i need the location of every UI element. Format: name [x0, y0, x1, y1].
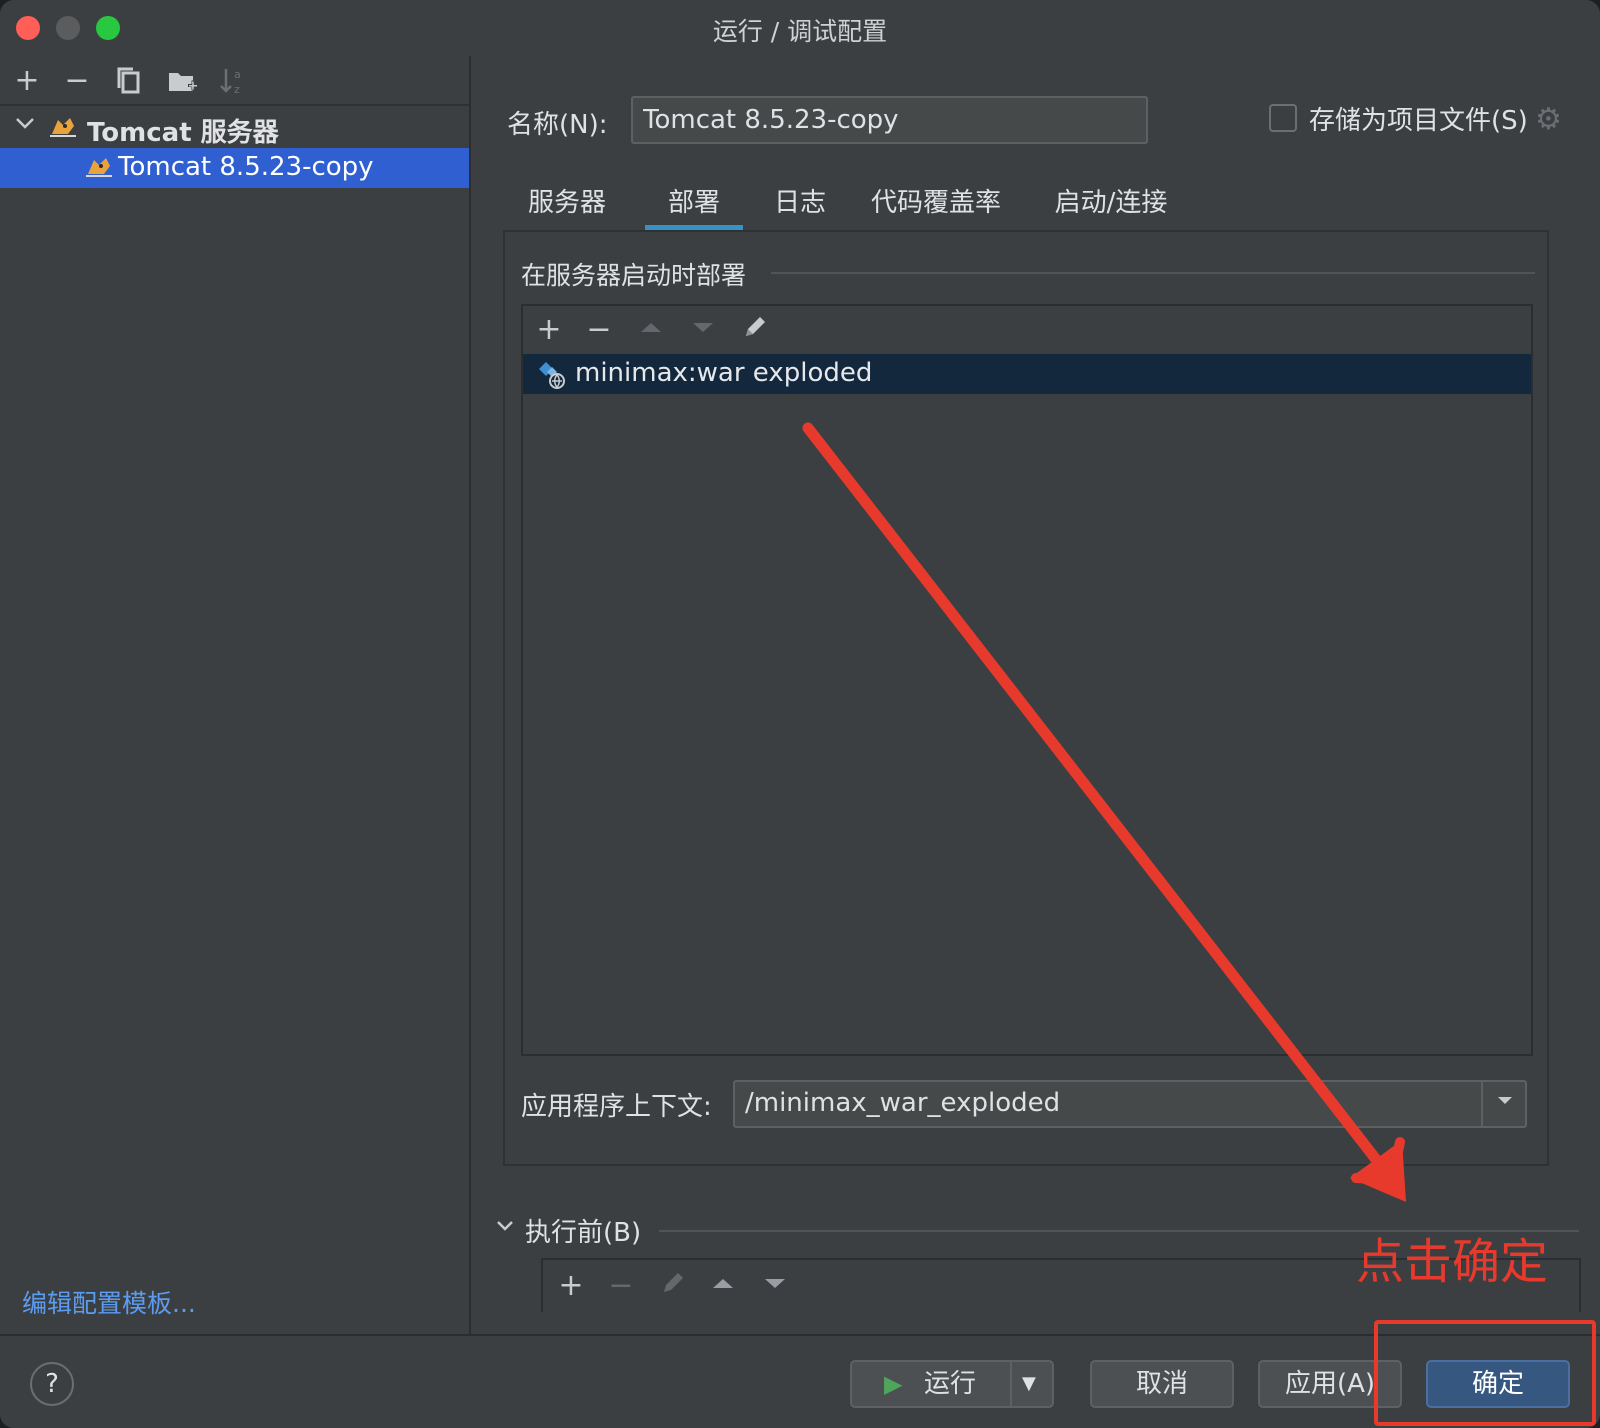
tree-toolbar: + − az: [0, 56, 469, 106]
combo-separator: [1481, 1082, 1483, 1126]
run-button-label: 运行: [924, 1369, 977, 1399]
edit-pencil-icon[interactable]: [655, 1268, 691, 1304]
svg-text:z: z: [234, 83, 240, 96]
folder-add-icon[interactable]: [166, 64, 200, 98]
cancel-button[interactable]: 取消: [1090, 1360, 1234, 1408]
tab-bar: 服务器 部署 日志 代码覆盖率 启动/连接: [501, 174, 1571, 230]
tree-item-label: Tomcat 8.5.23-copy: [118, 152, 374, 182]
add-icon[interactable]: +: [10, 64, 44, 98]
deploy-section-title: 在服务器启动时部署: [521, 261, 747, 290]
tree-group-tomcat[interactable]: Tomcat 服务器: [0, 108, 469, 148]
config-tree-panel: + − az Tomcat 服务器 Tomcat 8.5.23-copy 编辑配…: [0, 56, 471, 1334]
chevron-down-icon[interactable]: ▼: [1022, 1362, 1036, 1406]
add-icon[interactable]: +: [553, 1268, 589, 1304]
store-as-project-file-checkbox[interactable]: [1269, 104, 1297, 132]
tab-code-coverage[interactable]: 代码覆盖率: [861, 174, 1011, 230]
name-field[interactable]: [631, 96, 1148, 144]
remove-icon[interactable]: −: [581, 312, 617, 348]
edit-pencil-icon[interactable]: [737, 312, 773, 348]
context-label: 应用程序上下文:: [521, 1092, 712, 1122]
button-separator: [1010, 1362, 1012, 1406]
tomcat-icon: [50, 118, 76, 137]
artifact-label: minimax:war exploded: [575, 358, 873, 388]
name-label: 名称(N):: [507, 110, 608, 140]
edit-templates-link[interactable]: 编辑配置模板...: [22, 1284, 196, 1320]
tomcat-icon: [86, 158, 112, 177]
chevron-down-icon[interactable]: [1495, 1090, 1515, 1115]
tab-server[interactable]: 服务器: [515, 174, 619, 230]
remove-icon[interactable]: −: [603, 1268, 639, 1304]
tree-item-tomcat-copy[interactable]: Tomcat 8.5.23-copy: [0, 148, 469, 188]
help-button[interactable]: ?: [30, 1362, 74, 1406]
title-bar: 运行 / 调试配置: [0, 0, 1600, 56]
sort-icon[interactable]: az: [216, 64, 250, 98]
context-value: /minimax_war_exploded: [745, 1088, 1061, 1118]
store-as-project-file-label: 存储为项目文件(S): [1309, 106, 1528, 136]
tree-group-label: Tomcat 服务器: [87, 118, 279, 148]
svg-text:a: a: [234, 68, 241, 81]
dialog-button-bar: ? ▶ 运行 ▼ 取消 应用(A) 确定: [0, 1334, 1600, 1428]
context-combobox[interactable]: /minimax_war_exploded: [733, 1080, 1527, 1128]
tab-startup-connection[interactable]: 启动/连接: [1031, 174, 1191, 230]
play-icon: ▶: [884, 1370, 903, 1398]
annotation-highlight-box: [1374, 1320, 1596, 1426]
deployment-panel: 在服务器启动时部署 + − minimax:war exploded 应用程序上…: [503, 230, 1549, 1166]
move-up-icon[interactable]: [633, 312, 669, 348]
run-button[interactable]: ▶ 运行 ▼: [850, 1360, 1054, 1408]
tab-logs[interactable]: 日志: [765, 174, 835, 230]
move-down-icon[interactable]: [757, 1268, 793, 1304]
copy-icon[interactable]: [112, 64, 146, 98]
run-debug-config-dialog: 运行 / 调试配置 + − az Tomcat 服务器 Tomcat 8.5.2…: [0, 0, 1600, 1428]
tab-deployment[interactable]: 部署: [645, 174, 743, 230]
artifact-exploded-icon: [539, 362, 565, 389]
move-up-icon[interactable]: [705, 1268, 741, 1304]
remove-icon[interactable]: −: [60, 64, 94, 98]
config-editor-panel: 名称(N): 存储为项目文件(S) ⚙ 服务器 部署 日志 代码覆盖率 启动/连…: [471, 56, 1600, 1334]
artifact-list: + − minimax:war exploded: [521, 304, 1533, 1056]
list-item[interactable]: minimax:war exploded: [523, 354, 1531, 394]
move-down-icon[interactable]: [685, 312, 721, 348]
before-launch-label[interactable]: 执行前(B): [525, 1212, 641, 1249]
artifact-list-toolbar: + −: [523, 306, 1531, 354]
section-divider: [771, 272, 1535, 274]
annotation-label: 点击确定: [1356, 1234, 1549, 1290]
gear-icon[interactable]: ⚙: [1535, 102, 1562, 137]
chevron-down-icon[interactable]: [495, 1216, 515, 1241]
chevron-down-icon[interactable]: [12, 112, 38, 142]
add-icon[interactable]: +: [531, 312, 567, 348]
window-title: 运行 / 调试配置: [712, 17, 888, 46]
